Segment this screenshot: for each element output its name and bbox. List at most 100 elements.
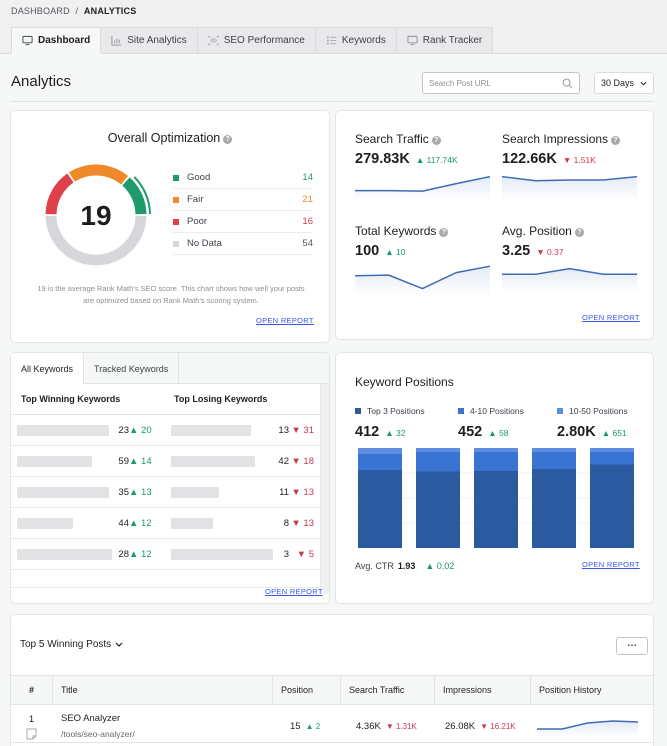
tab-rank-tracker[interactable]: Rank Tracker	[396, 27, 494, 54]
bar-segment-4-10[interactable]	[416, 452, 460, 472]
post-title-link[interactable]: SEO Analyzer	[61, 713, 120, 724]
keywords-scrollbar[interactable]	[320, 384, 329, 594]
help-icon[interactable]: ?	[611, 136, 621, 145]
keyword-redacted[interactable]	[17, 424, 109, 436]
col-impressions[interactable]: Impressions	[434, 676, 530, 704]
keyword-redacted[interactable]	[171, 455, 255, 467]
breadcrumb-dashboard[interactable]: DASHBOARD	[11, 6, 70, 16]
post-position: 15 ▲ 2	[290, 721, 320, 732]
col-position[interactable]: Position	[272, 676, 340, 704]
help-icon[interactable]: ?	[574, 228, 584, 237]
nav-tabs: Dashboard Site Analytics SEO Performance…	[11, 27, 494, 54]
tab-label: Site Analytics	[127, 35, 187, 46]
stat-value: 100 ▲ 10	[355, 243, 491, 259]
post-impressions: 26.08K ▼ 16.21K	[445, 721, 516, 732]
bar-segment-top3[interactable]	[358, 470, 402, 548]
bar-segment-10-50[interactable]	[358, 448, 402, 454]
bar-segment-4-10[interactable]	[358, 454, 402, 470]
keyword-redacted[interactable]	[17, 548, 112, 560]
legend-label: Fair	[187, 194, 204, 205]
optimization-title: Overall Optimization?	[11, 131, 329, 145]
tab-all-keywords[interactable]: All Keywords	[11, 353, 85, 385]
table-row[interactable]: 59 ▲ 14 42 ▼ 18	[11, 446, 320, 477]
help-icon[interactable]: ?	[439, 228, 449, 237]
keyword-delta: ▲ 12	[129, 518, 152, 529]
eye-icon	[208, 35, 219, 46]
arrow-down-icon: ▼	[291, 455, 304, 467]
keyword-position: 42	[278, 455, 289, 467]
tab-site-analytics[interactable]: Site Analytics	[101, 27, 198, 54]
table-row[interactable]: 28 ▲ 12 3 ▼ 5	[11, 539, 320, 570]
keyword-redacted[interactable]	[171, 424, 251, 436]
arrow-down-icon: ▼	[385, 722, 396, 731]
search-post-url[interactable]	[422, 72, 580, 94]
search-icon[interactable]	[562, 78, 573, 89]
post-url: /tools/seo-analyzer/	[61, 729, 135, 739]
bar-segment-4-10[interactable]	[532, 452, 576, 469]
top3-swatch	[355, 408, 361, 414]
arrow-up-icon: ▲	[129, 455, 142, 467]
position-delta: ▲ 2	[306, 722, 321, 731]
arrow-up-icon: ▲	[129, 548, 142, 560]
keyword-position: 44	[118, 517, 129, 529]
date-range-select[interactable]: 30 Days	[594, 72, 654, 94]
bar-segment-top3[interactable]	[532, 469, 576, 548]
col-title[interactable]: Title	[52, 676, 272, 704]
tab-keywords[interactable]: Keywords	[315, 27, 397, 54]
stat-delta: ▲ 117.74K	[416, 155, 458, 165]
search-input[interactable]	[429, 78, 549, 88]
page-icon[interactable]	[26, 728, 37, 740]
bar-segment-4-10[interactable]	[474, 452, 518, 471]
keyword-positions-open-report-link[interactable]: OPEN REPORT	[582, 560, 640, 569]
top-posts-dropdown[interactable]: Top 5 Winning Posts	[20, 639, 123, 650]
keyword-position: 8	[283, 517, 289, 529]
traffic-delta: ▼ 1.31K	[386, 722, 417, 731]
table-row[interactable]: 44 ▲ 12 8 ▼ 13	[11, 508, 320, 539]
stats-card: Search Traffic? 279.83K ▲ 117.74K Search …	[335, 110, 654, 340]
tab-dashboard[interactable]: Dashboard	[11, 27, 102, 54]
donut-segment-fair	[68, 164, 129, 185]
winning-header: Top Winning Keywords	[21, 394, 121, 404]
keyword-redacted[interactable]	[17, 455, 92, 467]
help-icon[interactable]: ?	[223, 135, 233, 144]
keyword-redacted[interactable]	[17, 486, 109, 498]
delta-text: 12	[141, 517, 152, 529]
table-row[interactable]: 35 ▲ 13 11 ▼ 13	[11, 477, 320, 508]
avg-ctr-delta: ▲ 0.02	[425, 561, 454, 571]
optimization-open-report-link[interactable]: OPEN REPORT	[256, 316, 314, 325]
stats-open-report-link[interactable]: OPEN REPORT	[582, 313, 640, 322]
avg-position-sparkline	[502, 267, 637, 293]
stat-avg-position: Avg. Position? 3.25 ▼ 0.37	[502, 224, 638, 259]
help-icon[interactable]: ?	[431, 136, 441, 145]
keywords-table-header: Top Winning Keywords Top Losing Keywords	[11, 384, 320, 415]
keyword-redacted[interactable]	[171, 548, 273, 560]
arrow-down-icon: ▼	[562, 155, 574, 165]
keyword-redacted[interactable]	[17, 517, 73, 529]
bar-segment-top3[interactable]	[590, 464, 634, 549]
bar-segment-10-50[interactable]	[532, 448, 576, 452]
bar-segment-4-10[interactable]	[590, 452, 634, 465]
value-text: 412	[355, 424, 380, 440]
keyword-redacted[interactable]	[171, 517, 213, 529]
pos10-50-swatch	[557, 408, 563, 414]
more-options-button[interactable]: …	[616, 637, 648, 655]
col-search-traffic[interactable]: Search Traffic	[340, 676, 434, 704]
table-row-empty	[11, 570, 320, 588]
keyword-redacted[interactable]	[171, 486, 219, 498]
tab-seo-performance[interactable]: SEO Performance	[197, 27, 316, 54]
table-row[interactable]: 23 ▲ 20 13 ▼ 31	[11, 415, 320, 446]
optimization-score: 19	[80, 200, 111, 231]
keyword-position: 35	[118, 486, 129, 498]
tab-tracked-keywords[interactable]: Tracked Keywords	[84, 353, 180, 384]
keyword-position: 59	[118, 455, 129, 467]
bar-segment-top3[interactable]	[416, 471, 460, 549]
keywords-open-report-link[interactable]: OPEN REPORT	[265, 587, 323, 596]
losing-keyword-cell: 11 ▼ 13	[165, 477, 319, 507]
good-swatch	[173, 174, 179, 181]
bar-segment-10-50[interactable]	[474, 448, 518, 452]
traffic-value: 4.36K	[356, 721, 381, 732]
pos4-10-value: 452 ▲ 58	[458, 424, 508, 440]
bar-segment-10-50[interactable]	[416, 448, 460, 452]
bar-segment-top3[interactable]	[474, 471, 518, 548]
bar-segment-10-50[interactable]	[590, 448, 634, 452]
